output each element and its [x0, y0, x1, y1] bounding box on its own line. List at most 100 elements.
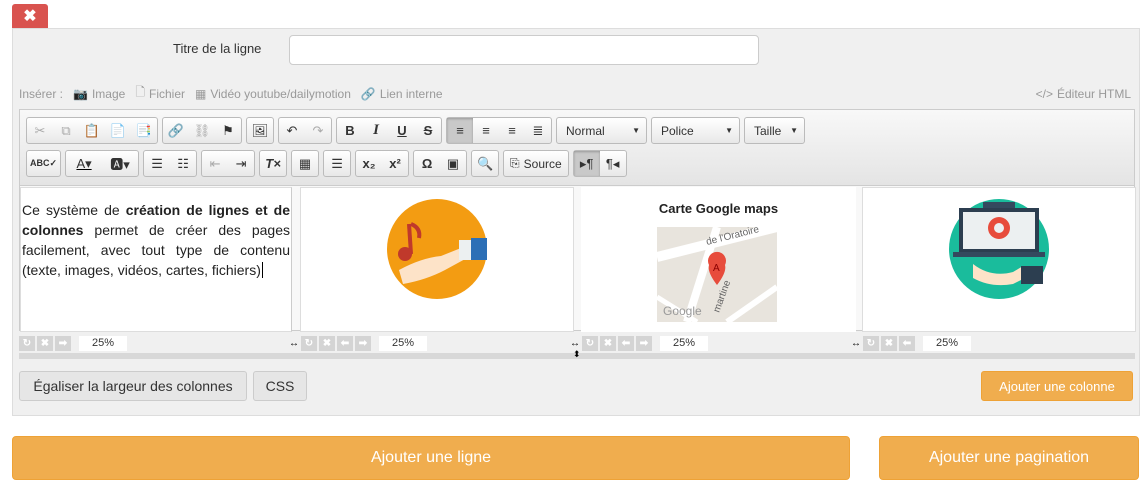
align-justify-icon[interactable]: ≣ [525, 118, 551, 143]
insert-file-link[interactable]: 🗋 Fichier [135, 83, 185, 104]
iframe-icon[interactable]: ▣ [440, 151, 466, 176]
color-group: A▾ 🅰▾ [65, 150, 140, 177]
insert-bar: Insérer : 📷 Image 🗋 Fichier ▦ Vidéo yout… [19, 83, 1131, 104]
caret-down-icon: ▼ [632, 126, 640, 135]
direction-group: ▸¶ ¶◂ [572, 150, 627, 177]
move-left-icon[interactable]: ⬅ [899, 335, 915, 351]
source-icon: ⎘ [510, 156, 520, 170]
link-group: 🔗 ⛓ ⚑ [162, 117, 242, 144]
background-color-icon[interactable]: 🅰▾ [102, 151, 138, 176]
list-group: ☰ ☷ [143, 150, 198, 177]
outdent-icon[interactable]: ⇤ [202, 151, 228, 176]
remove-format-icon[interactable]: T× [260, 151, 286, 176]
bulleted-list-icon[interactable]: ☰ [144, 151, 170, 176]
delete-column-icon[interactable]: ✖ [319, 335, 335, 351]
delete-column-icon[interactable]: ✖ [37, 335, 53, 351]
undo-icon[interactable]: ↶ [279, 118, 305, 143]
move-left-icon[interactable]: ⬅ [618, 335, 634, 351]
clear-format-group: T× [259, 150, 288, 177]
ltr-icon[interactable]: ▸¶ [573, 151, 600, 176]
italic-button[interactable]: I [363, 118, 389, 143]
subscript-icon[interactable]: x₂ [356, 151, 382, 176]
size-select[interactable]: Taille ▼ [744, 117, 805, 144]
unlink-icon[interactable]: ⛓ [189, 118, 215, 143]
paste-word-icon[interactable]: 📑 [131, 118, 157, 143]
align-left-icon[interactable]: ≡ [447, 118, 473, 143]
source-button[interactable]: ⎘ Source [504, 151, 568, 176]
rich-text-editor: ✂ ⧉ 📋 📄 📑 🔗 ⛓ ⚑ 🖼 ↶ ↷ B I U S ≡ ≡ ≡ ≣ No… [19, 109, 1136, 332]
anchor-flag-icon[interactable]: ⚑ [215, 118, 241, 143]
move-right-icon[interactable]: ➡ [355, 335, 371, 351]
special-char-icon[interactable]: Ω [414, 151, 440, 176]
resize-handle-icon[interactable]: ↔ [570, 338, 580, 349]
redo-icon[interactable]: ↷ [305, 118, 331, 143]
image-icon[interactable]: 🖼 [247, 118, 273, 143]
cut-icon[interactable]: ✂ [27, 118, 53, 143]
indent-icon[interactable]: ⇥ [228, 151, 254, 176]
google-map[interactable]: de l'Oratoire martine A Google [657, 227, 777, 322]
rtl-icon[interactable]: ¶◂ [600, 151, 626, 176]
camera-icon: 📷 [73, 86, 88, 101]
column-width: 25% [379, 335, 427, 351]
music-hand-illustration [387, 199, 487, 299]
column-4[interactable] [862, 187, 1136, 332]
add-pagination-button[interactable]: Ajouter une pagination [879, 436, 1139, 480]
add-column-button[interactable]: Ajouter une colonne [981, 371, 1133, 401]
horizontal-rule-icon[interactable]: ☰ [324, 151, 350, 176]
move-right-icon[interactable]: ➡ [55, 335, 71, 351]
numbered-list-icon[interactable]: ☷ [170, 151, 196, 176]
map-title: Carte Google maps [658, 201, 779, 216]
svg-text:A: A [713, 263, 720, 274]
script-group: x₂ x² [355, 150, 410, 177]
strike-button[interactable]: S [415, 118, 441, 143]
row-panel: Titre de la ligne Insérer : 📷 Image 🗋 Fi… [12, 28, 1140, 416]
move-left-icon[interactable]: ⬅ [337, 335, 353, 351]
underline-button[interactable]: U [389, 118, 415, 143]
style-group: B I U S [336, 117, 442, 144]
spellcheck-icon[interactable]: ABC✓ [27, 151, 60, 176]
html-editor-link[interactable]: </> Éditeur HTML [1036, 87, 1131, 101]
align-center-icon[interactable]: ≡ [473, 118, 499, 143]
resize-handle-icon[interactable]: ↔ [289, 338, 299, 349]
font-select[interactable]: Police ▼ [651, 117, 740, 144]
table-icon[interactable]: ▦ [292, 151, 318, 176]
bold-button[interactable]: B [337, 118, 363, 143]
reset-icon[interactable]: ↻ [301, 335, 317, 351]
align-group: ≡ ≡ ≡ ≣ [446, 117, 552, 144]
add-row-button[interactable]: Ajouter une ligne [12, 436, 850, 480]
text-color-icon[interactable]: A▾ [66, 151, 102, 176]
preview-icon[interactable]: 🔍 [472, 151, 498, 176]
column-text[interactable]: Ce système de création de lignes et de c… [21, 188, 291, 280]
image-group: 🖼 [246, 117, 274, 144]
column-2[interactable] [300, 187, 574, 332]
column-1[interactable]: Ce système de création de lignes et de c… [20, 187, 292, 332]
paste-text-icon[interactable]: 📄 [105, 118, 131, 143]
column-3[interactable]: Carte Google maps de l'Oratoire martine … [581, 187, 856, 332]
editor-toolbar: ✂ ⧉ 📋 📄 📑 🔗 ⛓ ⚑ 🖼 ↶ ↷ B I U S ≡ ≡ ≡ ≣ No… [20, 110, 1134, 186]
history-group: ↶ ↷ [278, 117, 332, 144]
paste-icon[interactable]: 📋 [79, 118, 105, 143]
reset-icon[interactable]: ↻ [19, 335, 35, 351]
insert-image-link[interactable]: 📷 Image [73, 87, 125, 101]
align-right-icon[interactable]: ≡ [499, 118, 525, 143]
css-button[interactable]: CSS [253, 371, 307, 401]
columns-area: Ce système de création de lignes et de c… [20, 187, 1136, 332]
delete-column-icon[interactable]: ✖ [600, 335, 616, 351]
resize-handle-icon[interactable]: ↔ [851, 338, 861, 349]
row-title-input[interactable] [289, 35, 759, 65]
link-icon[interactable]: 🔗 [163, 118, 189, 143]
copy-icon[interactable]: ⧉ [53, 118, 79, 143]
equalize-columns-button[interactable]: Égaliser la largeur des colonnes [19, 371, 247, 401]
insert-video-link[interactable]: ▦ Vidéo youtube/dailymotion [195, 87, 351, 101]
superscript-icon[interactable]: x² [382, 151, 408, 176]
format-select[interactable]: Normal ▼ [556, 117, 647, 144]
close-row-button[interactable]: ✖ [12, 4, 48, 28]
insert-internal-link[interactable]: 🔗 Lien interne [361, 87, 443, 101]
reset-icon[interactable]: ↻ [582, 335, 598, 351]
delete-column-icon[interactable]: ✖ [881, 335, 897, 351]
vertical-resize-icon[interactable]: ⬍ [573, 349, 581, 360]
row-title-label: Titre de la ligne [173, 41, 262, 56]
move-right-icon[interactable]: ➡ [636, 335, 652, 351]
caret-down-icon: ▼ [725, 126, 733, 135]
reset-icon[interactable]: ↻ [863, 335, 879, 351]
